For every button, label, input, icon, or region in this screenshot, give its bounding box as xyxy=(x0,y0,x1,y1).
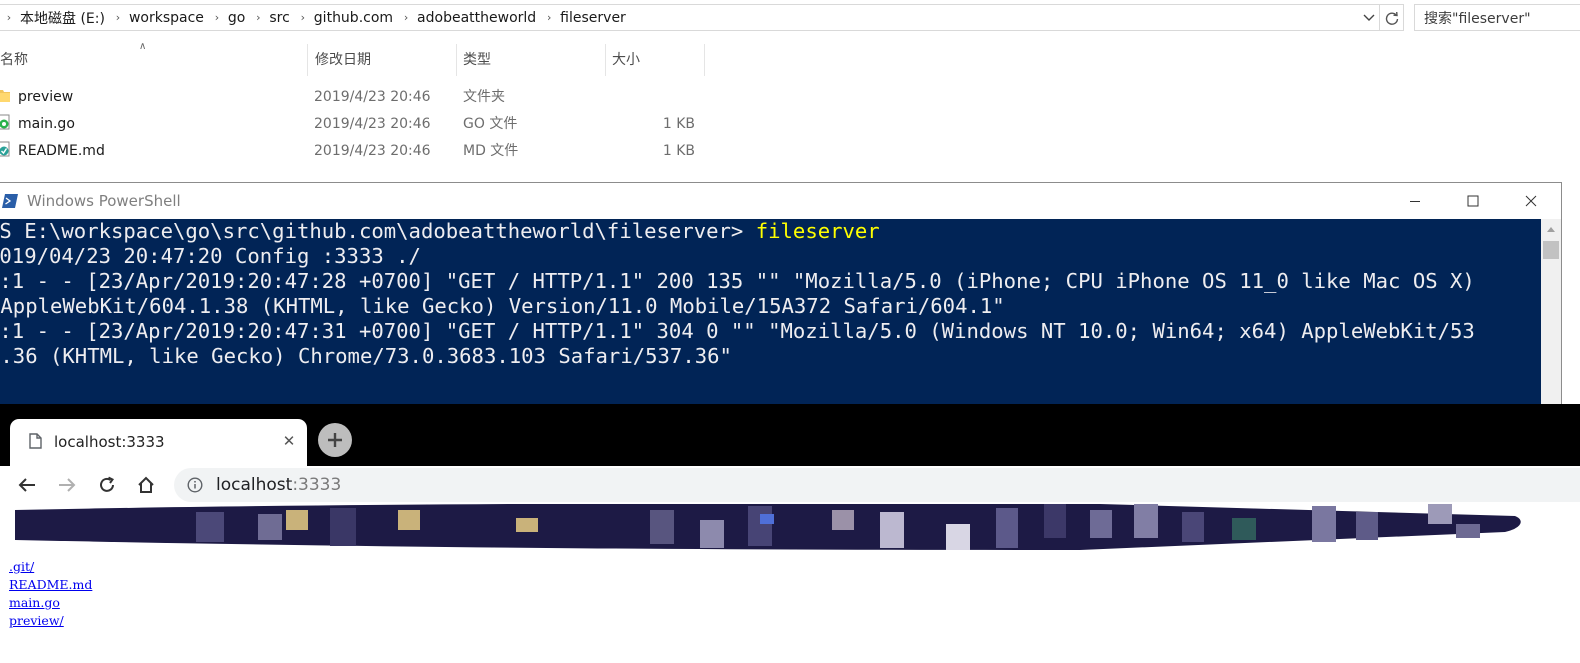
file-size: 1 KB xyxy=(662,143,695,159)
close-button[interactable] xyxy=(1502,183,1560,219)
chevron-right-icon[interactable]: › xyxy=(111,11,125,24)
directory-listing: .git/ README.md main.go preview/ xyxy=(9,558,92,630)
file-date: 2019/4/23 20:46 xyxy=(314,89,431,105)
tab-strip: localhost:3333 ✕ xyxy=(0,404,1580,466)
breadcrumb: › 本地磁盘 (E:) › workspace › go › src › git… xyxy=(0,5,632,30)
page-icon xyxy=(29,433,42,449)
reload-button[interactable] xyxy=(93,471,121,499)
console-output[interactable]: PS E:\workspace\go\src\github.com\adobea… xyxy=(0,219,1541,406)
breadcrumb-item-adobeattheworld[interactable]: adobeattheworld xyxy=(413,10,542,26)
column-divider[interactable] xyxy=(704,44,705,76)
url-bar[interactable]: localhost:3333 xyxy=(174,468,1580,502)
console-line-prompt: PS E:\workspace\go\src\github.com\adobea… xyxy=(0,219,880,244)
file-size: 1 KB xyxy=(662,116,695,132)
column-header-date[interactable]: 修改日期 xyxy=(308,44,371,76)
window-title: Windows PowerShell xyxy=(27,192,181,210)
chevron-right-icon[interactable]: › xyxy=(399,11,413,24)
search-input[interactable]: 搜索"fileserver" xyxy=(1414,4,1580,31)
arrow-right-icon xyxy=(59,478,76,492)
listing-link-main-go[interactable]: main.go xyxy=(9,594,92,612)
file-name: README.md xyxy=(18,143,105,159)
file-name: preview xyxy=(18,89,74,105)
scrollbar-thumb[interactable] xyxy=(1543,241,1559,259)
url-port: :3333 xyxy=(292,475,342,495)
address-bar[interactable]: › 本地磁盘 (E:) › workspace › go › src › git… xyxy=(0,4,1380,31)
column-header-type[interactable]: 类型 xyxy=(456,44,491,76)
console-line: AppleWebKit/604.1.38 (KHTML, like Gecko)… xyxy=(0,294,1005,318)
console-line: 7.36 (KHTML, like Gecko) Chrome/73.0.368… xyxy=(0,344,732,368)
reload-icon xyxy=(100,476,114,492)
console-command: fileserver xyxy=(755,219,880,243)
file-explorer-window: › 本地磁盘 (E:) › workspace › go › src › git… xyxy=(0,0,1580,185)
console-line: ::1 - - [23/Apr/2019:20:47:31 +0700] "GE… xyxy=(0,319,1475,343)
scroll-up-icon[interactable] xyxy=(1546,225,1556,233)
powershell-window: Windows PowerShell PS E:\workspace\go\sr… xyxy=(0,182,1562,406)
file-type: 文件夹 xyxy=(463,89,505,105)
plus-icon xyxy=(328,433,342,447)
breadcrumb-item-workspace[interactable]: workspace xyxy=(125,10,210,26)
chevron-right-icon[interactable]: › xyxy=(210,11,224,24)
bookmarks-bar-redacted xyxy=(0,504,1580,550)
powershell-titlebar[interactable]: Windows PowerShell xyxy=(0,183,1561,219)
home-icon xyxy=(138,476,154,493)
listing-link-git[interactable]: .git/ xyxy=(9,558,92,576)
breadcrumb-item-github[interactable]: github.com xyxy=(310,10,399,26)
md-file-icon xyxy=(0,141,10,157)
close-tab-icon[interactable]: ✕ xyxy=(280,430,298,452)
url-host: localhost xyxy=(216,475,293,495)
browser-window: localhost:3333 ✕ localhost:3333 .git/ RE… xyxy=(0,404,1580,663)
breadcrumb-item-fileserver[interactable]: fileserver xyxy=(556,10,632,26)
console-prompt: PS E:\workspace\go\src\github.com\adobea… xyxy=(0,219,756,243)
back-button[interactable] xyxy=(13,471,41,499)
file-type: MD 文件 xyxy=(463,143,519,159)
arrow-left-icon xyxy=(18,478,35,492)
home-button[interactable] xyxy=(132,471,160,499)
file-row[interactable]: main.go 2019/4/23 20:46 GO 文件 1 KB xyxy=(0,111,1580,137)
breadcrumb-item-drive[interactable]: 本地磁盘 (E:) xyxy=(16,8,111,28)
console-line: 2019/04/23 20:47:20 Config :3333 ./ xyxy=(0,244,421,268)
chevron-right-icon[interactable]: › xyxy=(2,11,16,24)
powershell-icon xyxy=(2,194,18,208)
info-icon[interactable] xyxy=(187,477,203,493)
forward-button[interactable] xyxy=(53,471,81,499)
chevron-right-icon[interactable]: › xyxy=(251,11,265,24)
chevron-right-icon[interactable]: › xyxy=(542,11,556,24)
new-tab-button[interactable] xyxy=(318,423,352,457)
chevron-down-icon[interactable] xyxy=(1359,5,1379,30)
file-row[interactable]: README.md 2019/4/23 20:46 MD 文件 1 KB xyxy=(0,138,1580,164)
file-row[interactable]: preview 2019/4/23 20:46 文件夹 xyxy=(0,84,1580,110)
console-line: ::1 - - [23/Apr/2019:20:47:28 +0700] "GE… xyxy=(0,269,1475,293)
vertical-scrollbar[interactable] xyxy=(1541,219,1561,406)
column-headers: 名称 修改日期 类型 大小 xyxy=(0,44,1580,76)
file-size xyxy=(600,84,695,110)
tab-title: localhost:3333 xyxy=(54,433,165,451)
listing-link-preview[interactable]: preview/ xyxy=(9,612,92,630)
file-date: 2019/4/23 20:46 xyxy=(314,143,431,159)
refresh-icon[interactable] xyxy=(1380,4,1404,31)
breadcrumb-item-go[interactable]: go xyxy=(224,10,251,26)
file-type: GO 文件 xyxy=(463,116,518,132)
minimize-button[interactable] xyxy=(1386,183,1444,219)
breadcrumb-item-src[interactable]: src xyxy=(265,10,295,26)
file-date: 2019/4/23 20:46 xyxy=(314,116,431,132)
browser-toolbar: localhost:3333 xyxy=(0,466,1580,504)
chevron-right-icon[interactable]: › xyxy=(296,11,310,24)
column-header-size[interactable]: 大小 xyxy=(605,44,640,76)
column-header-name[interactable]: 名称 xyxy=(0,44,28,76)
go-file-icon xyxy=(0,114,10,130)
listing-link-readme[interactable]: README.md xyxy=(9,576,92,594)
url-text[interactable]: localhost:3333 xyxy=(216,468,341,502)
tab-localhost[interactable]: localhost:3333 ✕ xyxy=(10,419,307,466)
maximize-button[interactable] xyxy=(1444,183,1502,219)
folder-icon xyxy=(0,90,10,102)
file-name: main.go xyxy=(18,116,75,132)
